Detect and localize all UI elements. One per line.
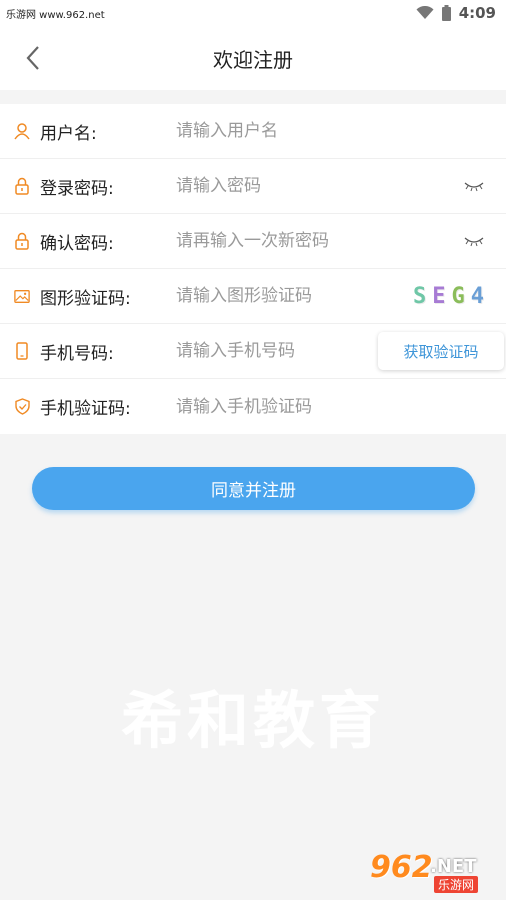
confirm-password-label: 确认密码: (40, 233, 114, 254)
captcha-char: G (451, 283, 465, 309)
phone-icon (14, 342, 30, 360)
brand-watermark: 希和教育 (120, 684, 385, 757)
lock-icon (14, 232, 30, 250)
sms-code-label: 手机验证码: (40, 399, 131, 419)
status-time: 4:09 (458, 4, 496, 22)
captcha-row: 图形验证码: S E G 4 (0, 269, 506, 324)
status-bar: 乐游网 www.962.net 4:09 (0, 0, 506, 26)
captcha-image[interactable]: S E G 4 (413, 281, 484, 311)
register-form: 用户名: 登录密码: (0, 104, 506, 434)
phone-label: 手机号码: (40, 343, 114, 364)
phone-row: 手机号码: 获取验证码 (0, 324, 506, 379)
captcha-char: E (432, 283, 446, 309)
user-icon (14, 122, 30, 140)
image-icon (14, 287, 30, 305)
eye-closed-icon[interactable] (464, 233, 484, 252)
get-sms-code-button[interactable]: 获取验证码 (378, 332, 504, 370)
captcha-input[interactable] (176, 286, 376, 306)
password-label: 登录密码: (40, 178, 114, 199)
username-input[interactable] (176, 121, 376, 141)
sms-code-input[interactable] (176, 396, 376, 417)
status-right: 4:09 (416, 4, 496, 22)
page-title: 欢迎注册 (213, 47, 293, 72)
site-logo-domain: .NET (430, 856, 477, 877)
site-logo: 962 .NET 乐游网 (364, 850, 498, 894)
back-button[interactable] (18, 40, 48, 76)
register-button[interactable]: 同意并注册 (32, 467, 475, 510)
captcha-char: 4 (470, 283, 484, 309)
confirm-password-input[interactable] (176, 231, 376, 251)
confirm-password-row: 确认密码: (0, 214, 506, 269)
password-input[interactable] (176, 176, 376, 196)
wifi-icon (416, 6, 434, 19)
status-site-text: 乐游网 www.962.net (6, 9, 105, 21)
battery-icon (441, 5, 451, 21)
site-logo-name: 乐游网 (434, 876, 479, 893)
sms-code-row: 手机验证码: (0, 379, 506, 434)
username-row: 用户名: (0, 104, 506, 159)
username-label: 用户名: (40, 123, 97, 144)
site-logo-number: 962 (370, 850, 433, 885)
lock-icon (14, 177, 30, 195)
captcha-char: S (413, 283, 427, 309)
shield-icon (14, 398, 30, 416)
phone-input[interactable] (176, 341, 376, 361)
password-row: 登录密码: (0, 159, 506, 214)
captcha-label: 图形验证码: (40, 288, 131, 309)
eye-closed-icon[interactable] (464, 178, 484, 197)
chevron-left-icon (26, 46, 39, 70)
title-bar: 欢迎注册 (0, 26, 506, 90)
